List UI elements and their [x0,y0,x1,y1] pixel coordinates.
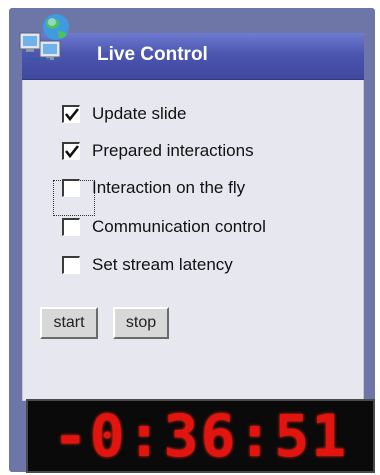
panel-title: Live Control [97,44,208,65]
stop-button[interactable]: stop [113,307,169,339]
countdown-clock: -0:36:51 [26,399,375,473]
option-prepared-interactions[interactable]: Prepared interactions [54,139,254,163]
communication-control-label: Communication control [92,217,266,236]
start-button[interactable]: start [40,307,98,339]
networked-computers-globe-icon [19,14,69,60]
option-interaction-on-the-fly[interactable]: Interaction on the fly [54,176,245,200]
clock-display: -0:36:51 [52,402,349,470]
interaction-on-the-fly-checkbox[interactable] [62,179,80,197]
communication-control-checkbox[interactable] [62,218,80,236]
update-slide-label: Update slide [92,104,187,123]
interaction-on-the-fly-label: Interaction on the fly [92,178,246,197]
option-communication-control[interactable]: Communication control [54,215,266,239]
update-slide-checkbox[interactable] [62,105,80,123]
set-stream-latency-label: Set stream latency [92,255,233,274]
option-set-stream-latency[interactable]: Set stream latency [54,253,233,277]
live-control-window: Live Control Update slide Prepared inter… [9,8,375,473]
prepared-interactions-checkbox[interactable] [62,142,80,160]
prepared-interactions-label: Prepared interactions [92,141,254,160]
set-stream-latency-checkbox[interactable] [62,256,80,274]
option-update-slide[interactable]: Update slide [54,102,187,126]
